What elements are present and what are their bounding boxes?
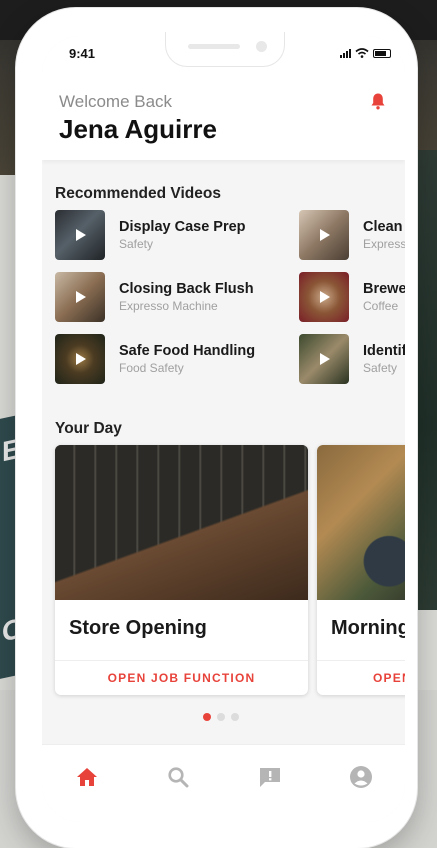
wifi-icon <box>355 48 369 58</box>
feedback-icon <box>260 768 280 787</box>
search-icon <box>168 767 189 788</box>
play-icon <box>320 353 330 365</box>
app-screen: 9:41 Welcome Back Jena Aguirre Recommend… <box>42 36 405 822</box>
signal-icon <box>340 48 351 58</box>
video-thumbnail <box>299 272 349 322</box>
video-title: Closing Back Flush <box>119 281 254 297</box>
video-category: Safety <box>363 361 398 375</box>
battery-icon <box>373 48 391 58</box>
video-thumbnail <box>299 334 349 384</box>
play-icon <box>76 353 86 365</box>
play-icon <box>320 291 330 303</box>
tab-account[interactable] <box>341 757 381 797</box>
job-card-title: Store Opening <box>69 617 207 639</box>
user-name: Jena Aguirre <box>59 114 217 144</box>
video-category: Expresso Machine <box>119 299 218 313</box>
video-item[interactable]: Display Case Prep Safety <box>55 210 246 260</box>
tab-home[interactable] <box>67 757 107 797</box>
carousel-pagination <box>203 713 239 721</box>
open-job-function-button[interactable]: OPEN JOB FUNCTION <box>55 671 308 685</box>
video-item[interactable]: Clean Express <box>299 210 405 260</box>
speaker-grille <box>188 44 240 49</box>
your-day-title: Your Day <box>55 420 122 437</box>
video-category: Coffee <box>363 299 399 313</box>
video-item[interactable]: Brewe Coffee <box>299 272 405 322</box>
pagination-dot[interactable] <box>217 713 225 721</box>
video-category: Safety <box>119 237 154 251</box>
job-card-image <box>317 445 405 600</box>
card-divider <box>317 660 405 661</box>
video-thumbnail <box>299 210 349 260</box>
video-item[interactable]: Closing Back Flush Expresso Machine <box>55 272 254 322</box>
home-icon <box>77 768 97 786</box>
video-title: Clean <box>363 219 403 235</box>
job-card-image <box>55 445 308 600</box>
play-icon <box>320 229 330 241</box>
play-icon <box>76 229 86 241</box>
video-title: Identif <box>363 343 405 359</box>
notification-bell-icon[interactable] <box>370 92 386 110</box>
job-card[interactable]: Store Opening OPEN JOB FUNCTION <box>55 445 308 695</box>
video-category: Express <box>363 237 405 251</box>
video-item[interactable]: Safe Food Handling Food Safety <box>55 334 255 384</box>
video-item[interactable]: Identif Safety <box>299 334 405 384</box>
status-icons <box>340 48 391 58</box>
tab-search[interactable] <box>158 757 198 797</box>
tab-feedback[interactable] <box>250 757 290 797</box>
video-thumbnail <box>55 334 105 384</box>
video-title: Brewe <box>363 281 405 297</box>
video-title: Display Case Prep <box>119 219 246 235</box>
phone-notch <box>165 32 285 67</box>
pagination-dot[interactable] <box>203 713 211 721</box>
tab-bar <box>42 744 405 822</box>
job-card[interactable]: Morning OPEN <box>317 445 405 695</box>
job-card-title: Morning <box>331 617 405 639</box>
card-divider <box>55 660 308 661</box>
welcome-text: Welcome Back <box>59 92 173 111</box>
play-icon <box>76 291 86 303</box>
video-title: Safe Food Handling <box>119 343 256 359</box>
recommended-videos-title: Recommended Videos <box>55 185 221 202</box>
video-thumbnail <box>55 272 105 322</box>
front-camera <box>256 41 267 52</box>
account-icon <box>350 766 372 788</box>
pagination-dot[interactable] <box>231 713 239 721</box>
video-thumbnail <box>55 210 105 260</box>
status-time: 9:41 <box>69 46 96 61</box>
video-category: Food Safety <box>119 361 184 375</box>
open-job-function-button[interactable]: OPEN <box>373 671 405 685</box>
